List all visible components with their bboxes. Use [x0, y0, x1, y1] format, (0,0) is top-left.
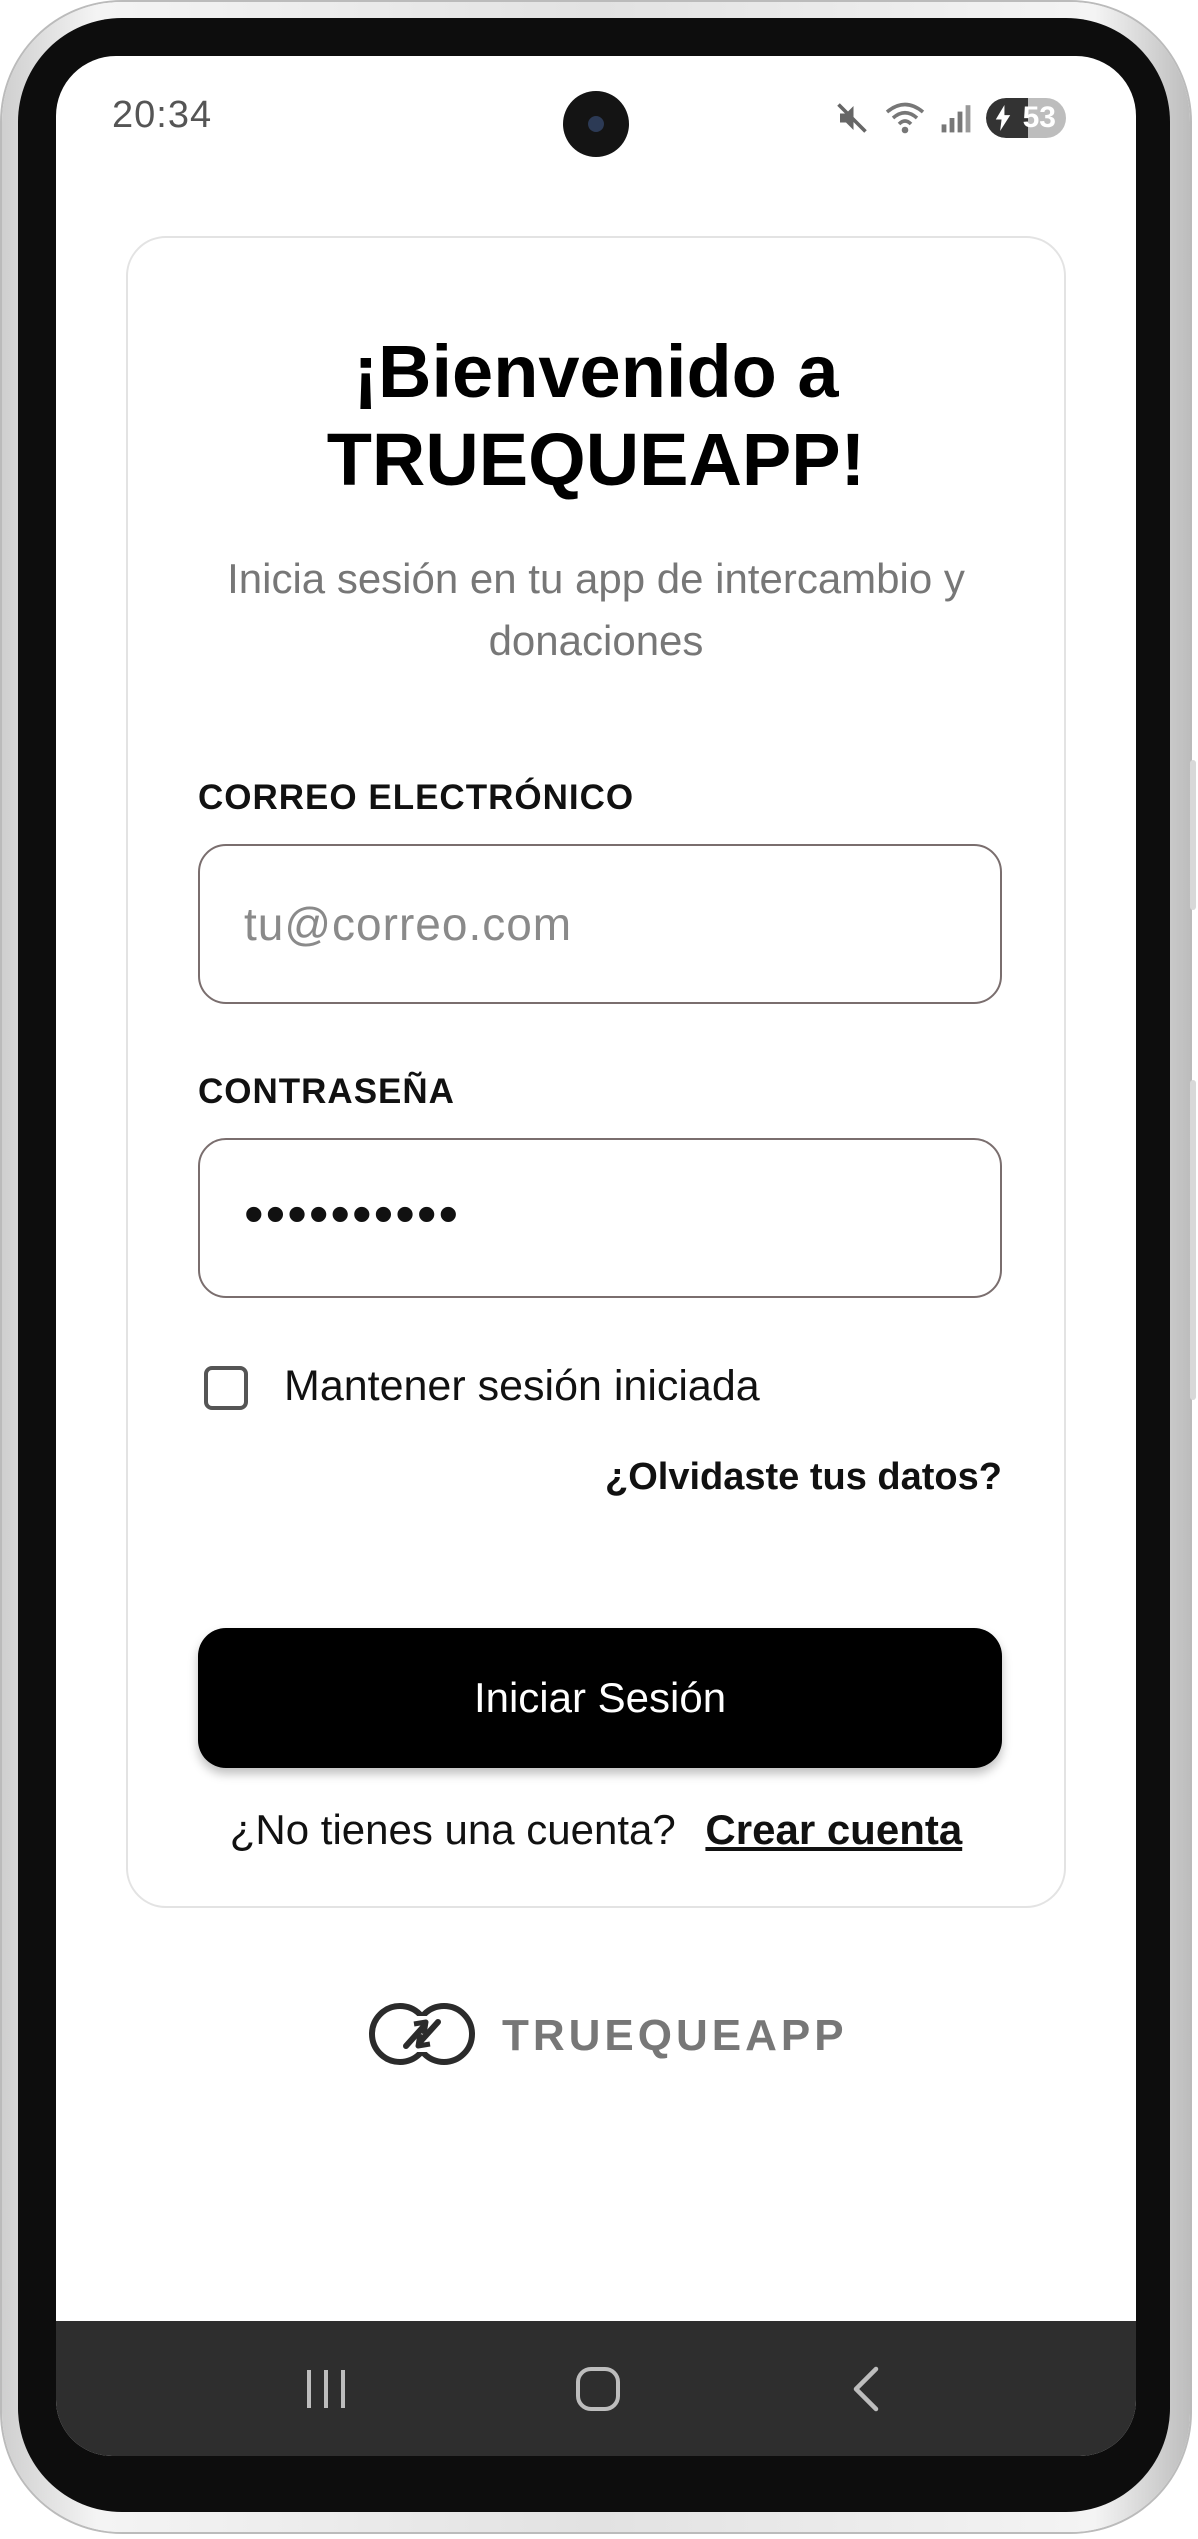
- title-text: ¡Bienvenido a TRUEQUEAPP!: [326, 330, 866, 501]
- login-button[interactable]: Iniciar Sesión: [198, 1628, 1002, 1768]
- forgot-password-link[interactable]: ¿Olvidaste tus datos?: [605, 1456, 1002, 1499]
- screen: 20:34 53 ¡Bienvenido a TRUEQUEAPP! Inici…: [56, 56, 1136, 2456]
- status-bar: 20:34 53: [56, 56, 1136, 186]
- login-card: ¡Bienvenido a TRUEQUEAPP! Inicia sesión …: [126, 236, 1066, 1908]
- status-icons: 53: [834, 96, 1066, 140]
- front-camera: [563, 91, 629, 157]
- battery-icon: 53: [986, 98, 1066, 138]
- mute-icon: [834, 100, 870, 136]
- battery-percent: 53: [1022, 101, 1056, 134]
- login-button-label: Iniciar Sesión: [473, 1674, 727, 1721]
- remember-label[interactable]: Mantener sesión iniciada: [284, 1362, 760, 1411]
- exchange-loop-icon: [366, 2000, 478, 2073]
- status-time: 20:34: [112, 94, 213, 136]
- signal-icon: [940, 102, 972, 134]
- page-subtitle: Inicia sesión en tu app de intercambio y…: [227, 555, 965, 664]
- volume-button: [1190, 760, 1196, 910]
- signup-row: ¿No tienes una cuenta? Crear cuenta: [128, 1806, 1064, 1854]
- email-placeholder: tu@correo.com: [244, 898, 573, 950]
- password-value: ••••••••••: [244, 1181, 461, 1245]
- create-account-link[interactable]: Crear cuenta: [705, 1806, 962, 1853]
- wifi-icon: [884, 100, 926, 136]
- email-label: CORREO ELECTRÓNICO: [198, 778, 635, 817]
- phone-device: 20:34 53 ¡Bienvenido a TRUEQUEAPP! Inici…: [0, 0, 1198, 2539]
- page-title: ¡Bienvenido a TRUEQUEAPP!: [128, 328, 1064, 504]
- home-icon[interactable]: [568, 2359, 628, 2419]
- no-account-text: ¿No tienes una cuenta?: [229, 1806, 676, 1853]
- recents-icon[interactable]: [296, 2359, 356, 2419]
- brand-footer: TRUEQUEAPP: [366, 1996, 848, 2076]
- remember-checkbox[interactable]: [204, 1366, 248, 1410]
- password-field[interactable]: ••••••••••: [198, 1138, 1002, 1298]
- power-button: [1190, 1080, 1196, 1400]
- system-nav-bar: [56, 2321, 1136, 2456]
- brand-name: TRUEQUEAPP: [502, 2011, 848, 2060]
- email-field[interactable]: tu@correo.com: [198, 844, 1002, 1004]
- back-icon[interactable]: [836, 2359, 896, 2419]
- password-label: CONTRASEÑA: [198, 1072, 455, 1111]
